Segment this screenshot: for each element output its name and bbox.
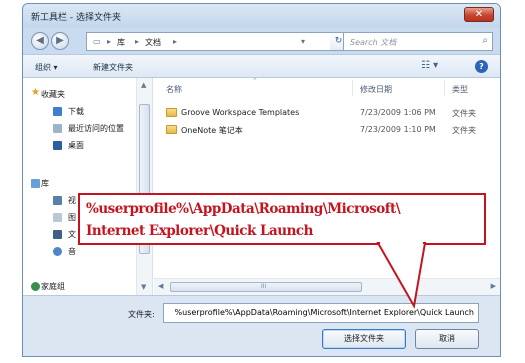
close-button[interactable]: ✕ <box>464 7 494 22</box>
file-row-type: 文件夹 <box>452 109 476 118</box>
download-icon <box>53 107 62 116</box>
nav-item-documents[interactable]: 文 <box>68 229 76 240</box>
content-area: ★ 收藏夹 下载 最近访问的位置 桌面 库 视 图 文 音 家庭组 ▲ ▼ ⌃ … <box>23 77 500 295</box>
favorites-star-icon: ★ <box>31 87 40 98</box>
breadcrumb-separator: ▸ <box>173 37 178 46</box>
file-row-date: 7/23/2009 1:10 PM <box>360 125 436 134</box>
folder-path-field[interactable]: %userprofile%\AppData\Roaming\Microsoft\… <box>163 303 479 323</box>
desktop-icon <box>53 141 62 150</box>
folder-picker-dialog: 新工具栏 - 选择文件夹 ✕ ◀ ▶ ▭ ▸ 库 ▸ 文档 ▸ ▾ ↻ Sear… <box>22 3 501 357</box>
search-input[interactable]: Search 文档 ⌕ <box>343 32 493 51</box>
file-row-name[interactable]: Groove Workspace Templates <box>181 108 299 117</box>
back-button[interactable]: ◀ <box>31 32 49 50</box>
callout-line-1: %userprofile%\AppData\Roaming\Microsoft\ <box>86 201 401 217</box>
nav-item-music[interactable]: 音 <box>68 246 76 257</box>
column-header-date[interactable]: 修改日期 <box>360 84 392 95</box>
folder-icon: ▭ <box>93 37 101 46</box>
breadcrumb-item-documents[interactable]: 文档 <box>145 37 161 48</box>
music-icon <box>53 247 62 256</box>
scroll-up-icon[interactable]: ▲ <box>141 81 146 89</box>
scrollbar-grip: III <box>261 283 267 290</box>
nav-homegroup[interactable]: 家庭组 <box>41 281 65 292</box>
search-placeholder: Search 文档 <box>350 38 397 47</box>
folder-icon <box>166 125 177 134</box>
callout-line-2: Internet Explorer\Quick Launch <box>86 223 313 239</box>
breadcrumb-separator: ▸ <box>107 37 112 46</box>
horizontal-scrollbar[interactable]: ◀ III ▶ <box>154 278 500 295</box>
nav-favorites[interactable]: 收藏夹 <box>41 89 65 100</box>
command-toolbar: 组织 ▾ 新建文件夹 ☷ ▾ ? <box>23 54 500 78</box>
folder-path-value: %userprofile%\AppData\Roaming\Microsoft\… <box>174 308 474 317</box>
pictures-icon <box>53 213 62 222</box>
sort-caret-icon: ⌃ <box>252 77 258 85</box>
nav-item-pictures[interactable]: 图 <box>68 212 76 223</box>
organize-menu[interactable]: 组织 ▾ <box>35 62 58 73</box>
help-icon[interactable]: ? <box>475 60 488 73</box>
address-bar[interactable]: ▭ ▸ 库 ▸ 文档 ▸ ▾ <box>86 32 332 51</box>
breadcrumb-item-libraries[interactable]: 库 <box>117 37 125 48</box>
nav-item-videos[interactable]: 视 <box>68 195 76 206</box>
videos-icon <box>53 196 62 205</box>
title-bar: 新工具栏 - 选择文件夹 ✕ <box>23 4 500 28</box>
select-folder-button[interactable]: 选择文件夹 <box>322 329 406 349</box>
scroll-left-icon[interactable]: ◀ <box>158 282 163 290</box>
column-divider[interactable] <box>444 80 445 96</box>
file-row-type: 文件夹 <box>452 126 476 135</box>
file-row-date: 7/23/2009 1:06 PM <box>360 108 436 117</box>
folder-field-label: 文件夹: <box>128 310 155 319</box>
column-divider[interactable] <box>352 80 353 96</box>
horizontal-scrollbar-thumb[interactable]: III <box>170 282 362 292</box>
new-folder-button[interactable]: 新建文件夹 <box>93 62 133 73</box>
column-header-name[interactable]: 名称 <box>166 84 182 95</box>
address-row: ◀ ▶ ▭ ▸ 库 ▸ 文档 ▸ ▾ ↻ Search 文档 ⌕ <box>23 28 500 54</box>
chevron-down-icon[interactable]: ▾ <box>301 37 305 46</box>
view-options-icon[interactable]: ☷ ▾ <box>421 60 438 71</box>
homegroup-icon <box>31 282 40 291</box>
recent-places-icon <box>53 124 62 133</box>
file-row-name[interactable]: OneNote 笔记本 <box>181 125 243 136</box>
nav-item-desktop[interactable]: 桌面 <box>68 140 84 151</box>
documents-icon <box>53 230 62 239</box>
window-title: 新工具栏 - 选择文件夹 <box>31 13 121 23</box>
nav-item-downloads[interactable]: 下载 <box>68 106 84 117</box>
column-header-type[interactable]: 类型 <box>452 84 468 95</box>
dialog-footer: 文件夹: %userprofile%\AppData\Roaming\Micro… <box>23 295 500 356</box>
nav-libraries[interactable]: 库 <box>41 178 49 189</box>
folder-icon <box>166 108 177 117</box>
path-callout: %userprofile%\AppData\Roaming\Microsoft\… <box>78 193 486 245</box>
breadcrumb-separator: ▸ <box>135 37 140 46</box>
navigation-pane: ★ 收藏夹 下载 最近访问的位置 桌面 库 视 图 文 音 家庭组 ▲ ▼ <box>23 78 153 295</box>
scroll-right-icon[interactable]: ▶ <box>491 282 496 290</box>
search-icon[interactable]: ⌕ <box>482 35 488 46</box>
file-list: ⌃ 名称 修改日期 类型 Groove Workspace Templates … <box>154 77 500 295</box>
cancel-button[interactable]: 取消 <box>415 329 479 349</box>
nav-item-recent-places[interactable]: 最近访问的位置 <box>68 123 124 134</box>
forward-button[interactable]: ▶ <box>51 32 69 50</box>
nav-scrollbar[interactable]: ▲ ▼ <box>136 78 152 295</box>
libraries-icon <box>31 179 40 188</box>
scroll-down-icon[interactable]: ▼ <box>141 283 146 291</box>
